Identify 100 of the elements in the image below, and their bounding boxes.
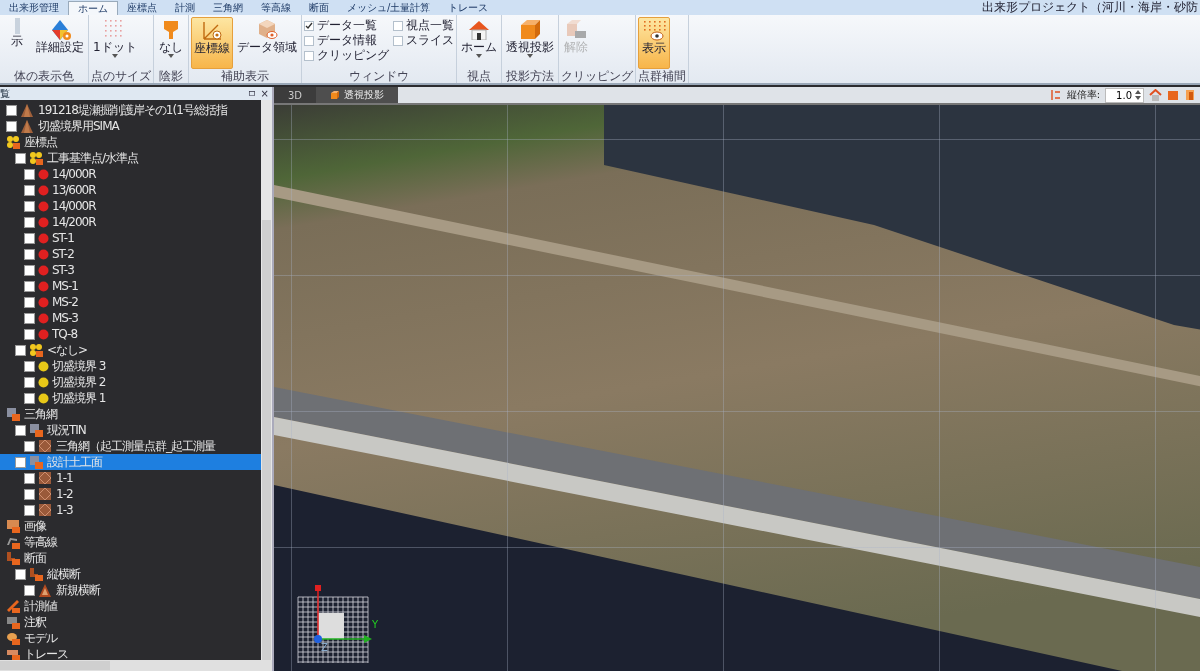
checkbox[interactable]	[24, 216, 35, 228]
tree-item[interactable]: 1-1	[18, 470, 261, 486]
tree-item[interactable]: ST-1	[18, 230, 261, 246]
checkbox[interactable]	[15, 568, 26, 580]
checkbox[interactable]	[24, 168, 35, 180]
checkbox[interactable]	[24, 312, 35, 324]
ribbon-button[interactable]: 表示	[638, 17, 670, 69]
checkbox[interactable]: クリッピング	[304, 48, 389, 63]
checkbox[interactable]	[24, 360, 35, 372]
checkbox[interactable]	[24, 488, 35, 500]
tree-item[interactable]: 縦横断	[9, 566, 261, 582]
menu-tab[interactable]: メッシュ/土量計算	[338, 0, 440, 15]
ribbon-button[interactable]: 1ドット	[91, 17, 139, 69]
tree-item[interactable]: 座標点	[0, 134, 261, 150]
tree-item[interactable]: 計測値	[0, 598, 261, 614]
checkbox[interactable]	[24, 296, 35, 308]
tree-item[interactable]: 切盛境界 1	[18, 390, 261, 406]
ribbon-button[interactable]: データ領域	[235, 17, 299, 69]
scale-spinbox[interactable]: 1.0	[1105, 87, 1144, 103]
tree-item[interactable]: 切盛境界 2	[18, 374, 261, 390]
ribbon-button[interactable]: 示	[2, 17, 32, 69]
tree-item[interactable]: 画像	[0, 518, 261, 534]
checkbox[interactable]	[24, 280, 35, 292]
menu-tab[interactable]: 三角網	[204, 0, 252, 15]
checkbox[interactable]	[15, 344, 26, 356]
tree-item[interactable]: 工事基準点/水準点	[9, 150, 261, 166]
checkbox[interactable]	[6, 104, 17, 116]
menu-tab[interactable]: 断面	[300, 0, 338, 15]
tree-item[interactable]: 三角網（起工測量点群_起工測量	[18, 438, 261, 454]
tree-item[interactable]: 14/000R	[18, 198, 261, 214]
tree-item[interactable]: 14/000R	[18, 166, 261, 182]
tree-item[interactable]: 切盛境界用SIMA	[0, 118, 261, 134]
checkbox[interactable]: スライス	[393, 33, 454, 48]
checkbox[interactable]	[24, 440, 35, 452]
tree-item[interactable]: MS-2	[18, 294, 261, 310]
tree-item[interactable]: ST-2	[18, 246, 261, 262]
section-folder-icon	[29, 566, 44, 582]
tree-label: 切盛境界 2	[52, 373, 106, 391]
ribbon-button[interactable]: 座標線	[191, 17, 233, 69]
tree-label: 14/000R	[52, 167, 96, 181]
close-button[interactable]: ×	[260, 87, 269, 100]
pin-button[interactable]: ㅁ	[246, 87, 257, 100]
tree-item[interactable]: 1-2	[18, 486, 261, 502]
tree-item[interactable]: 三角網	[0, 406, 261, 422]
checkbox[interactable]	[24, 264, 35, 276]
square-icon[interactable]	[1167, 89, 1179, 101]
menu-tab[interactable]: 等高線	[252, 0, 300, 15]
checkbox[interactable]	[24, 376, 35, 388]
checkbox[interactable]: データ情報	[304, 33, 389, 48]
menu-tab[interactable]: ホーム	[68, 0, 118, 15]
checkbox[interactable]	[24, 232, 35, 244]
checkbox[interactable]	[24, 200, 35, 212]
tree-item[interactable]: トレース	[0, 646, 261, 660]
menu-tab[interactable]: トレース	[439, 0, 498, 15]
3d-viewport[interactable]: Z Y	[274, 103, 1200, 671]
ribbon-button[interactable]: 透視投影	[504, 17, 556, 69]
checkbox[interactable]	[15, 456, 26, 468]
checkbox[interactable]	[24, 248, 35, 260]
tree-item[interactable]: 13/600R	[18, 182, 261, 198]
ribbon-button[interactable]: なし	[156, 17, 186, 69]
tree-item[interactable]: 注釈	[0, 614, 261, 630]
tree-item[interactable]: モデル	[0, 630, 261, 646]
checkbox[interactable]: データ一覧	[304, 18, 389, 33]
vertical-scrollbar[interactable]	[261, 100, 272, 660]
ribbon-button[interactable]: 詳細設定	[34, 17, 86, 69]
horizontal-scrollbar[interactable]	[0, 660, 272, 671]
tree-label: 三角網（起工測量点群_起工測量	[56, 437, 215, 455]
home-icon[interactable]	[1149, 89, 1162, 101]
tree-item[interactable]: 新規横断	[18, 582, 261, 598]
tree-item[interactable]: TQ-8	[18, 326, 261, 342]
tree-item[interactable]: 切盛境界 3	[18, 358, 261, 374]
tree-item[interactable]: 191218堤瀬掘削護岸その1(1号総括指	[0, 102, 261, 118]
tree-item[interactable]: 設計土工面	[0, 454, 261, 470]
checkbox[interactable]	[6, 120, 17, 132]
checkbox[interactable]	[15, 424, 26, 436]
checkbox[interactable]	[24, 504, 35, 516]
checkbox[interactable]	[24, 584, 35, 596]
checkbox[interactable]: 視点一覧	[393, 18, 454, 33]
tree-item[interactable]: 現況TIN	[9, 422, 261, 438]
menu-tab[interactable]: 座標点	[118, 0, 166, 15]
checkbox[interactable]	[15, 152, 26, 164]
tree-item[interactable]: <なし>	[9, 342, 261, 358]
checkbox[interactable]	[24, 392, 35, 404]
tree-item[interactable]: MS-3	[18, 310, 261, 326]
menu-tab[interactable]: 出来形管理	[0, 0, 68, 15]
menu-tab[interactable]: 計測	[166, 0, 204, 15]
checkbox[interactable]	[24, 328, 35, 340]
tree-item[interactable]: 1-3	[18, 502, 261, 518]
tree-item[interactable]: 等高線	[0, 534, 261, 550]
checkbox[interactable]	[24, 472, 35, 484]
dot-icon	[38, 376, 49, 388]
tree-item[interactable]: MS-1	[18, 278, 261, 294]
dots-folder-icon	[29, 342, 44, 358]
checkbox[interactable]	[24, 184, 35, 196]
tree-item[interactable]: 断面	[0, 550, 261, 566]
tree-item[interactable]: 14/200R	[18, 214, 261, 230]
ribbon-button[interactable]: ホーム	[459, 17, 499, 69]
panel-icon[interactable]	[1184, 89, 1196, 101]
view-tab[interactable]: 透視投影	[316, 87, 399, 103]
tree-item[interactable]: ST-3	[18, 262, 261, 278]
